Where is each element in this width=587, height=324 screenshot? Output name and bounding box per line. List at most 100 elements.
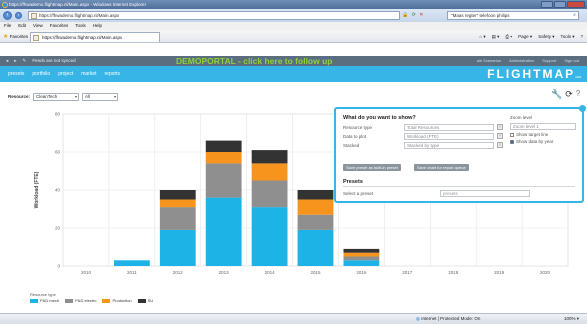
bar-segment[interactable]: [205, 197, 242, 266]
bar-segment[interactable]: [297, 199, 334, 215]
minimize-button[interactable]: [541, 1, 553, 8]
menu-edit[interactable]: Edit: [18, 22, 26, 30]
address-text: https://fhwademo.flightmap.nl/Main.aspx: [39, 13, 120, 18]
print-icon[interactable]: ⎙ ▾: [505, 30, 512, 43]
legend-item[interactable]: P&D mech: [30, 298, 59, 303]
browser-tab[interactable]: https://fhwademo.flightmap.nl/Main.aspx: [30, 32, 160, 42]
window-title-bar: https://fhwademo.flightmap.nl/Main.aspx …: [0, 0, 587, 9]
safety-menu[interactable]: Safety ▾: [538, 30, 554, 43]
next-icon[interactable]: ▸: [14, 56, 16, 66]
bar-segment[interactable]: [343, 256, 380, 261]
menu-tools[interactable]: Tools: [75, 22, 86, 30]
strip-link-scenarios[interactable]: ale Scenarios: [477, 56, 501, 66]
demo-banner-link[interactable]: DEMOPORTAL - click here to follow up: [176, 56, 332, 66]
bar-segment[interactable]: [297, 190, 334, 200]
bar-segment[interactable]: [159, 229, 196, 266]
chart-tools: 🔧 ⟳ ?: [551, 89, 580, 100]
bar-segment[interactable]: [205, 140, 242, 152]
search-input[interactable]: "Maas regter" telefoon philips ⌕: [447, 11, 579, 20]
refresh-icon[interactable]: ⟳: [412, 12, 417, 18]
pencil-icon[interactable]: ✎: [23, 56, 27, 66]
search-icon[interactable]: ⌕: [573, 12, 576, 19]
tab-reports[interactable]: reports: [105, 66, 121, 82]
stop-icon[interactable]: ✕: [419, 12, 424, 18]
bar-segment[interactable]: [343, 252, 380, 257]
security-zone[interactable]: ◍ Internet | Protected Mode: On: [416, 314, 480, 324]
bar-segment[interactable]: [343, 260, 380, 266]
data-by-year-checkbox[interactable]: Show data by year: [510, 139, 553, 145]
legend-item[interactable]: Production: [102, 298, 132, 303]
help-icon[interactable]: ?: [497, 124, 503, 130]
bar-segment[interactable]: [159, 207, 196, 230]
address-bar[interactable]: https://fhwademo.flightmap.nl/Main.aspx: [28, 11, 400, 20]
legend-item[interactable]: P&D electro: [65, 298, 96, 303]
tab-market[interactable]: market: [81, 66, 96, 82]
legend-title: Resource type: [30, 292, 56, 297]
help-icon[interactable]: ?: [497, 142, 503, 148]
favorites-button[interactable]: ★ Favorites: [3, 30, 28, 44]
checkbox[interactable]: [510, 140, 514, 144]
export-chart-button[interactable]: Save chart for report queue: [414, 164, 469, 171]
bar-segment[interactable]: [113, 260, 150, 266]
bar-segment[interactable]: [251, 163, 288, 181]
x-tick-label: 2018: [448, 270, 459, 275]
tools-menu[interactable]: Tools ▾: [560, 30, 574, 43]
strip-link-support[interactable]: Support: [542, 56, 556, 66]
bar-segment[interactable]: [159, 190, 196, 200]
bar-segment[interactable]: [251, 207, 288, 266]
home-icon[interactable]: ⌂ ▾: [479, 30, 485, 43]
menu-file[interactable]: File: [4, 22, 11, 30]
close-window-button[interactable]: [567, 1, 585, 8]
popup-handle[interactable]: [579, 105, 586, 112]
menu-help[interactable]: Help: [93, 22, 102, 30]
forward-button[interactable]: ›: [14, 11, 23, 20]
resource-select[interactable]: CleanTech ▾: [33, 92, 80, 101]
zoom-select[interactable]: Zoom level 1: [510, 123, 576, 130]
help-icon[interactable]: ?: [576, 89, 580, 100]
legend-swatch: [137, 298, 146, 303]
save-preset-button[interactable]: Save preset as built-in preset: [343, 164, 401, 171]
stacked-label: Stacked: [343, 143, 360, 148]
resource-subselect[interactable]: All ▾: [82, 92, 119, 101]
lock-icon[interactable]: 🔒: [402, 12, 409, 18]
target-line-checkbox[interactable]: Show target line: [510, 132, 548, 138]
resource-type-select[interactable]: Total Resources: [404, 124, 494, 131]
address-row: ‹ › https://fhwademo.flightmap.nl/Main.a…: [0, 9, 587, 22]
bar-segment[interactable]: [297, 214, 334, 230]
help-icon[interactable]: ?: [580, 30, 583, 43]
bar-segment[interactable]: [297, 229, 334, 266]
bar-segment[interactable]: [343, 248, 380, 253]
x-tick-label: 2015: [310, 270, 321, 275]
feeds-status: Feeds are not synced: [32, 58, 76, 63]
tab-project[interactable]: project: [58, 66, 73, 82]
stacked-select[interactable]: Stacked by type: [404, 142, 494, 149]
maximize-button[interactable]: [554, 1, 566, 8]
help-icon[interactable]: ?: [497, 133, 503, 139]
tab-portfolio[interactable]: portfolio: [32, 66, 50, 82]
zoom-level[interactable]: 100% ▾: [564, 314, 579, 324]
feeds-icon[interactable]: ▤ ▾: [492, 30, 500, 43]
divider: [343, 186, 575, 187]
chevron-down-icon: ▾: [114, 93, 117, 99]
checkbox[interactable]: [510, 133, 514, 137]
bar-segment[interactable]: [251, 150, 288, 164]
strip-link-signout[interactable]: Sign out: [564, 56, 579, 66]
menu-favorites[interactable]: Favorites: [50, 22, 69, 30]
refresh-chart-icon[interactable]: ⟳: [565, 89, 573, 100]
bar-segment[interactable]: [205, 163, 242, 198]
tab-title: https://fhwademo.flightmap.nl/Main.aspx: [42, 35, 123, 40]
legend-item[interactable]: SU: [137, 298, 153, 303]
chevron-down-icon: ▾: [75, 93, 78, 99]
tab-presets[interactable]: presets: [8, 66, 24, 82]
wrench-icon[interactable]: 🔧: [551, 89, 562, 100]
page-menu[interactable]: Page ▾: [518, 30, 532, 43]
prev-icon[interactable]: ◂: [6, 56, 8, 66]
data-to-plot-select[interactable]: Workload (FTE): [404, 133, 494, 140]
back-button[interactable]: ‹: [3, 11, 12, 20]
bar-segment[interactable]: [205, 152, 242, 164]
strip-link-administration[interactable]: Administration: [509, 56, 534, 66]
preset-select[interactable]: presets: [440, 190, 530, 197]
bar-segment[interactable]: [251, 180, 288, 208]
bar-segment[interactable]: [159, 199, 196, 208]
menu-view[interactable]: View: [33, 22, 43, 30]
